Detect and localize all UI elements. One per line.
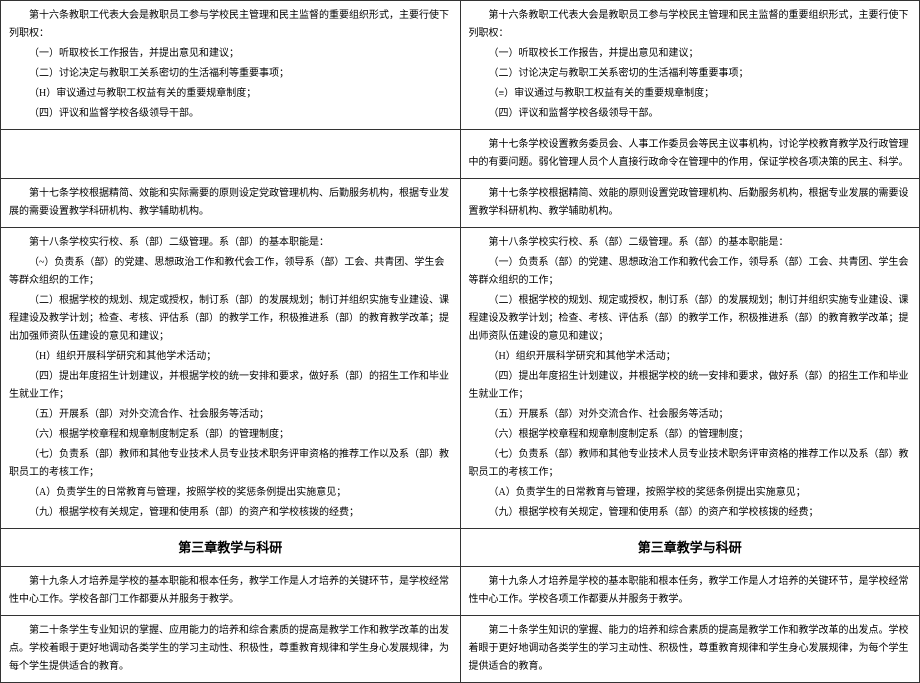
chapter-heading-right: 第三章教学与科研 — [469, 533, 912, 562]
text: （四）评议和监督学校各级领导干部。 — [469, 105, 912, 123]
text: （~）负责系（部）的党建、思想政治工作和教代会工作，领导系（部）工会、共青团、学… — [9, 254, 452, 290]
text: （二）讨论决定与教职工关系密切的生活福利等重要事项； — [9, 65, 452, 83]
text: （九）根据学校有关规定，管理和使用系（部）的资产和学校核拨的经费； — [469, 504, 912, 522]
text: 第十七条学校设置教务委员会、人事工作委员会等民主议事机构，讨论学校教育教学及行政… — [469, 136, 912, 172]
text: （一）听取校长工作报告，并提出意见和建议； — [469, 45, 912, 63]
text: （二）根据学校的规划、规定或授权，制订系（部）的发展规划；制订并组织实施专业建设… — [469, 292, 912, 346]
chapter-heading-left: 第三章教学与科研 — [9, 533, 452, 562]
row-7: 第二十条学生专业知识的掌握、应用能力的培养和综合素质的提高是教学工作和教学改革的… — [1, 616, 920, 683]
cell-right-3: 第十七条学校根据精简、效能的原则设置党政管理机构、后勤服务机构，根据专业发展的需… — [460, 179, 920, 228]
row-4: 第十八条学校实行校、系（部）二级管理。系（部）的基本职能是： （~）负责系（部）… — [1, 228, 920, 529]
text: 第二十条学生知识的掌握、能力的培养和综合素质的提高是教学工作和教学改革的出发点。… — [469, 622, 912, 676]
text: （二）讨论决定与教职工关系密切的生活福利等重要事项； — [469, 65, 912, 83]
text: 第十六条教职工代表大会是教职员工参与学校民主管理和民主监督的重要组织形式，主要行… — [9, 7, 452, 43]
text: （六）根据学校章程和规章制度制定系（部）的管理制度； — [9, 426, 452, 444]
cell-left-2 — [1, 130, 461, 179]
text: （H）组织开展科学研究和其他学术活动； — [469, 348, 912, 366]
cell-left-6: 第十九条人才培养是学校的基本职能和根本任务，教学工作是人才培养的关键环节，是学校… — [1, 567, 461, 616]
text: （七）负责系（部）教师和其他专业技术人员专业技术职务评审资格的推荐工作以及系（部… — [9, 446, 452, 482]
text: （一）负责系（部）的党建、思想政治工作和教代会工作，领导系（部）工会、共青团、学… — [469, 254, 912, 290]
comparison-table: 第十六条教职工代表大会是教职员工参与学校民主管理和民主监督的重要组织形式，主要行… — [0, 0, 920, 683]
text: 第十八条学校实行校、系（部）二级管理。系（部）的基本职能是： — [469, 234, 912, 252]
cell-right-1: 第十六条教职工代表大会是教职员工参与学校民主管理和民主监督的重要组织形式，主要行… — [460, 1, 920, 130]
cell-left-1: 第十六条教职工代表大会是教职员工参与学校民主管理和民主监督的重要组织形式，主要行… — [1, 1, 461, 130]
cell-right-4: 第十八条学校实行校、系（部）二级管理。系（部）的基本职能是： （一）负责系（部）… — [460, 228, 920, 529]
text: （A）负责学生的日常教育与管理，按照学校的奖惩条例提出实施意见； — [9, 484, 452, 502]
cell-right-2: 第十七条学校设置教务委员会、人事工作委员会等民主议事机构，讨论学校教育教学及行政… — [460, 130, 920, 179]
text: （A）负责学生的日常教育与管理，按照学校的奖惩条例提出实施意见； — [469, 484, 912, 502]
text: （一）听取校长工作报告，并提出意见和建议； — [9, 45, 452, 63]
text: 第十七条学校根据精简、效能和实际需要的原则设定党政管理机构、后勤服务机构，根据专… — [9, 185, 452, 221]
text: 第十九条人才培养是学校的基本职能和根本任务，教学工作是人才培养的关键环节，是学校… — [469, 573, 912, 609]
cell-left-4: 第十八条学校实行校、系（部）二级管理。系（部）的基本职能是： （~）负责系（部）… — [1, 228, 461, 529]
row-1: 第十六条教职工代表大会是教职员工参与学校民主管理和民主监督的重要组织形式，主要行… — [1, 1, 920, 130]
text: （七）负责系（部）教师和其他专业技术人员专业技术职务评审资格的推荐工作以及系（部… — [469, 446, 912, 482]
text: （≡）审议通过与教职工权益有关的重要规章制度； — [469, 85, 912, 103]
text: （四）提出年度招生计划建议，并根据学校的统一安排和要求，做好系（部）的招生工作和… — [9, 368, 452, 404]
row-3: 第十七条学校根据精简、效能和实际需要的原则设定党政管理机构、后勤服务机构，根据专… — [1, 179, 920, 228]
text: （四）提出年度招生计划建议，并根据学校的统一安排和要求，做好系（部）的招生工作和… — [469, 368, 912, 404]
text: （九）根据学校有关规定，管理和使用系（部）的资产和学校核拨的经费； — [9, 504, 452, 522]
text: （H）审议通过与教职工权益有关的重要规章制度； — [9, 85, 452, 103]
text: （五）开展系（部）对外交流合作、社会服务等活动； — [469, 406, 912, 424]
text: 第十八条学校实行校、系（部）二级管理。系（部）的基本职能是： — [9, 234, 452, 252]
row-2: 第十七条学校设置教务委员会、人事工作委员会等民主议事机构，讨论学校教育教学及行政… — [1, 130, 920, 179]
cell-left-7: 第二十条学生专业知识的掌握、应用能力的培养和综合素质的提高是教学工作和教学改革的… — [1, 616, 461, 683]
cell-right-6: 第十九条人才培养是学校的基本职能和根本任务，教学工作是人才培养的关键环节，是学校… — [460, 567, 920, 616]
row-5: 第三章教学与科研 第三章教学与科研 — [1, 529, 920, 567]
text: 第十六条教职工代表大会是教职员工参与学校民主管理和民主监督的重要组织形式，主要行… — [469, 7, 912, 43]
text: 第十七条学校根据精简、效能的原则设置党政管理机构、后勤服务机构，根据专业发展的需… — [469, 185, 912, 221]
cell-left-3: 第十七条学校根据精简、效能和实际需要的原则设定党政管理机构、后勤服务机构，根据专… — [1, 179, 461, 228]
text: 第二十条学生专业知识的掌握、应用能力的培养和综合素质的提高是教学工作和教学改革的… — [9, 622, 452, 676]
cell-right-5: 第三章教学与科研 — [460, 529, 920, 567]
row-6: 第十九条人才培养是学校的基本职能和根本任务，教学工作是人才培养的关键环节，是学校… — [1, 567, 920, 616]
text: （四）评议和监督学校各级领导干部。 — [9, 105, 452, 123]
text: 第十九条人才培养是学校的基本职能和根本任务，教学工作是人才培养的关键环节，是学校… — [9, 573, 452, 609]
text: （五）开展系（部）对外交流合作、社会服务等活动； — [9, 406, 452, 424]
cell-left-5: 第三章教学与科研 — [1, 529, 461, 567]
cell-right-7: 第二十条学生知识的掌握、能力的培养和综合素质的提高是教学工作和教学改革的出发点。… — [460, 616, 920, 683]
text: （二）根据学校的规划、规定或授权，制订系（部）的发展规划；制订并组织实施专业建设… — [9, 292, 452, 346]
text: （H）组织开展科学研究和其他学术活动； — [9, 348, 452, 366]
text: （六）根据学校章程和规章制度制定系（部）的管理制度； — [469, 426, 912, 444]
